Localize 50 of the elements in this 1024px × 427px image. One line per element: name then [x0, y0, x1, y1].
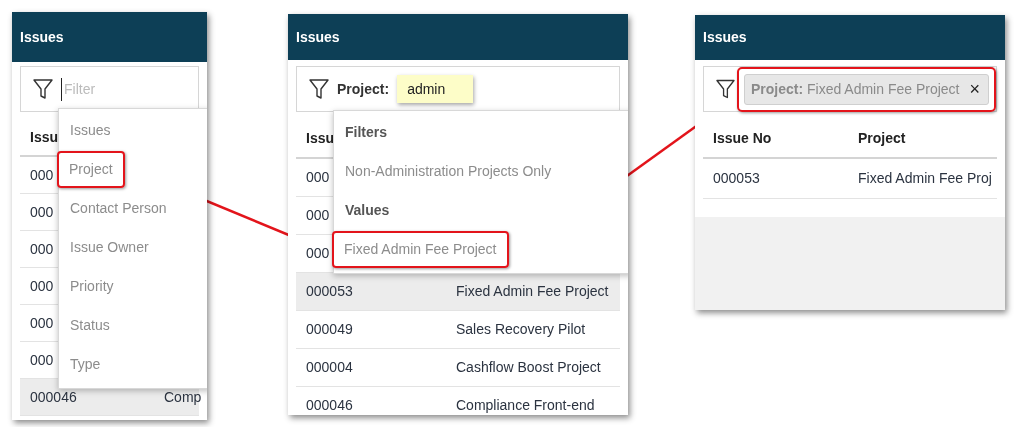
filter-icon[interactable] — [716, 78, 735, 100]
column-header: Issu — [30, 128, 58, 145]
menu-item[interactable]: Priority — [70, 276, 114, 297]
table-cell: 000 — [306, 207, 330, 223]
filter-input[interactable]: Filter — [61, 77, 171, 101]
table-cell: 000 — [306, 169, 330, 185]
table-cell: 000049 — [306, 321, 353, 337]
menu-item[interactable]: Fixed Admin Fee Project — [332, 231, 509, 268]
panel-title: Issues — [296, 27, 340, 47]
column-header: Issue No — [713, 129, 772, 146]
table-cell: Sales Recovery Pilot — [456, 321, 586, 337]
chip-label: Project: Fixed Admin Fee Project — [750, 79, 960, 99]
filter-icon[interactable] — [33, 78, 53, 100]
column-header: Project — [858, 129, 906, 146]
menu-item[interactable]: Status — [70, 315, 110, 336]
menu-item[interactable]: Issues — [70, 120, 111, 141]
menu-heading: Filters — [345, 123, 387, 142]
table-cell: Fixed Admin Fee Project — [456, 283, 609, 299]
table-cell: 000046 — [30, 388, 77, 405]
menu-item[interactable]: Contact Person — [70, 198, 167, 219]
table-cell: Cashflow Boost Project — [456, 359, 601, 375]
table-cell: 000 — [30, 277, 54, 294]
menu-item[interactable]: Project — [57, 151, 125, 188]
table-cell: 000046 — [306, 397, 353, 413]
filter-field[interactable]: Project: admin — [296, 66, 620, 112]
table-cell: 000004 — [306, 359, 353, 375]
menu-heading: Values — [345, 201, 390, 220]
menu-item[interactable]: Issue Owner — [70, 237, 149, 258]
table-cell: 000 — [306, 245, 330, 261]
table-cell: 000 — [30, 203, 54, 220]
table-cell: Comp — [164, 388, 202, 405]
filter-label: Project: — [337, 79, 390, 99]
filter-icon[interactable] — [309, 78, 329, 100]
table-cell: 000053 — [713, 170, 760, 186]
menu-item[interactable]: Non-Administration Projects Only — [345, 161, 552, 182]
filter-field[interactable]: Project: Fixed Admin Fee Project × — [703, 66, 997, 112]
menu-item[interactable]: Type — [70, 354, 101, 375]
table-cell: Compliance Front-end — [456, 397, 595, 413]
panel-title: Issues — [20, 27, 64, 47]
column-header: Issu — [306, 129, 334, 146]
table-cell: 000 — [30, 240, 54, 257]
table-cell: 000 — [30, 314, 54, 331]
table-cell: 000 — [30, 351, 54, 368]
table-cell: 000 — [30, 166, 54, 183]
table-cell: 000053 — [306, 283, 353, 299]
table-cell: Fixed Admin Fee Proj — [858, 170, 992, 186]
panel-title: Issues — [703, 28, 747, 47]
table-row[interactable]: 000053 Fixed Admin Fee Project — [296, 273, 620, 311]
remove-button[interactable]: × — [967, 80, 982, 98]
filter-input[interactable]: admin — [397, 75, 474, 103]
